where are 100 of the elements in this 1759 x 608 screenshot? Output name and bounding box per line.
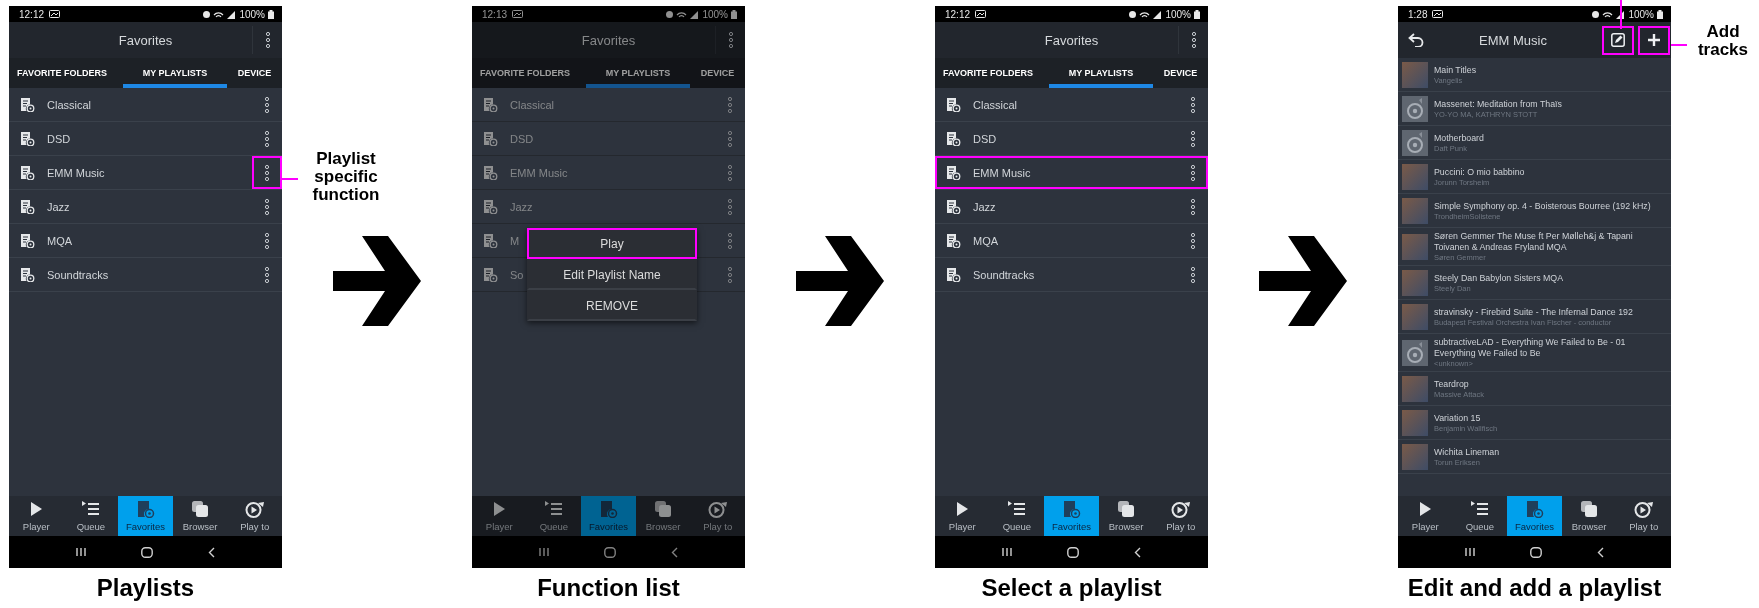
playlist-name: So	[510, 268, 524, 281]
album-cover-placeholder	[1402, 269, 1428, 296]
play-to-icon	[1634, 500, 1654, 518]
playlist-name: Classical	[47, 98, 91, 111]
recent-apps-icon[interactable]	[1465, 547, 1476, 557]
menu-item[interactable]: Edit Playlist Name	[527, 259, 697, 290]
leader-line	[282, 178, 298, 180]
more-dots-icon	[727, 197, 733, 216]
tab[interactable]: DEVICE	[1153, 58, 1208, 88]
nav-tab[interactable]: Favorites	[1507, 496, 1562, 536]
playlist-row[interactable]: MQA	[9, 224, 282, 258]
playlist-row[interactable]: Soundtracks	[935, 258, 1208, 292]
tab[interactable]: MY PLAYLISTS	[123, 58, 227, 88]
nav-tab[interactable]: Queue	[526, 496, 582, 536]
track-title: Søren Gemmer The Muse ft Per Mølleh&j & Tapani Toivanen & Andreas Fryland MQA	[1434, 231, 1634, 253]
playlist-icon	[20, 199, 35, 214]
tab[interactable]: MY PLAYLISTS	[1049, 58, 1153, 88]
back-icon[interactable]	[1596, 546, 1604, 558]
back-arrow-icon[interactable]	[1408, 33, 1424, 47]
nav-tab[interactable]: Player	[935, 496, 990, 536]
leader-line	[1620, 0, 1622, 29]
nav-tab[interactable]: Queue	[63, 496, 119, 536]
album-cover-placeholder	[1402, 409, 1428, 436]
edit-button[interactable]	[1602, 25, 1634, 55]
battery-level: 100%	[702, 8, 728, 20]
more-dots-icon	[727, 31, 734, 49]
playlist-icon	[483, 199, 498, 214]
playlist-row[interactable]: Classical	[472, 88, 745, 122]
playlist-row[interactable]: Classical	[9, 88, 282, 122]
menu-item[interactable]: Play	[527, 228, 697, 259]
status-time: 12:12	[19, 8, 45, 20]
recent-apps-icon[interactable]	[1002, 547, 1013, 557]
track-title: subtractiveLAD - Everything We Failed to Be - 01 Everything We Failed to Be	[1434, 337, 1627, 359]
playlist-name: Jazz	[47, 200, 70, 213]
more-dots-icon	[264, 129, 270, 148]
add-button[interactable]	[1638, 25, 1670, 55]
callout-label: Playlist specific function	[311, 150, 381, 204]
more-dots-icon	[1190, 163, 1196, 182]
nav-tab[interactable]: Player	[472, 496, 527, 536]
tab[interactable]: DEVICE	[690, 58, 745, 88]
nav-tab[interactable]: Favorites	[1044, 496, 1099, 536]
playlist-row[interactable]: DSD	[472, 122, 745, 156]
nav-tab[interactable]: Browser	[635, 496, 691, 536]
playlist-row[interactable]: DSD	[9, 122, 282, 156]
track-title: Simple Symphony op. 4 - Boisterous Bourree (192 kHz)	[1434, 200, 1651, 212]
tab[interactable]: FAVORITE FOLDERS	[472, 58, 578, 88]
playlist-row[interactable]: Classical	[935, 88, 1208, 122]
playlist-row[interactable]: MQA	[935, 224, 1208, 258]
nav-tab[interactable]: Browser	[1098, 496, 1154, 536]
home-icon[interactable]	[141, 546, 153, 558]
playlist-name: Jazz	[973, 200, 996, 213]
playlist-icon	[946, 165, 961, 180]
tab[interactable]: FAVORITE FOLDERS	[935, 58, 1041, 88]
browser-icon	[1579, 500, 1599, 518]
nav-tab[interactable]: Play to	[1153, 496, 1208, 536]
nav-tab[interactable]: Queue	[1452, 496, 1508, 536]
nav-tab[interactable]: Player	[1398, 496, 1453, 536]
playlist-row[interactable]: Jazz	[472, 190, 745, 224]
playlist-row[interactable]: Jazz	[9, 190, 282, 224]
step-caption: Function list	[536, 574, 681, 602]
playlist-name: DSD	[47, 132, 71, 145]
nav-tab[interactable]: Player	[9, 496, 64, 536]
nav-tab[interactable]: Play to	[227, 496, 282, 536]
more-dots-icon	[264, 95, 270, 114]
recent-apps-icon[interactable]	[539, 547, 550, 557]
menu-item[interactable]: REMOVE	[527, 290, 697, 321]
nav-tab[interactable]: Play to	[690, 496, 745, 536]
home-icon[interactable]	[1067, 546, 1079, 558]
back-icon[interactable]	[1133, 546, 1141, 558]
nav-tab[interactable]: Play to	[1616, 496, 1671, 536]
back-icon[interactable]	[207, 546, 215, 558]
recent-apps-icon[interactable]	[76, 547, 87, 557]
playlist-row[interactable]: EMM Music	[9, 156, 282, 190]
playlist-name: Soundtracks	[47, 268, 109, 281]
tab[interactable]: FAVORITE FOLDERS	[9, 58, 115, 88]
album-cover-placeholder	[1402, 61, 1428, 88]
playlist-row[interactable]: EMM Music	[472, 156, 745, 190]
tab[interactable]: MY PLAYLISTS	[586, 58, 690, 88]
status-icons-drawing	[1128, 9, 1163, 19]
playlist-icon	[483, 131, 498, 146]
playlist-row[interactable]: DSD	[935, 122, 1208, 156]
nav-tab[interactable]: Browser	[1561, 496, 1617, 536]
nav-tab[interactable]: Browser	[172, 496, 228, 536]
playlist-name: EMM Music	[973, 166, 1031, 179]
album-cover-placeholder	[1402, 375, 1428, 402]
notification-icon	[512, 10, 524, 18]
playlist-row[interactable]: Soundtracks	[9, 258, 282, 292]
nav-tab[interactable]: Queue	[989, 496, 1045, 536]
playlist-name: MQA	[47, 234, 73, 247]
playlist-icon	[946, 199, 961, 214]
more-options-button[interactable]	[252, 156, 282, 189]
playlist-name: M	[510, 234, 520, 247]
track-title: Wichita Lineman	[1434, 446, 1500, 458]
nav-tab[interactable]: Favorites	[118, 496, 173, 536]
home-icon[interactable]	[1530, 546, 1542, 558]
playlist-row[interactable]: Jazz	[935, 190, 1208, 224]
tab[interactable]: DEVICE	[227, 58, 282, 88]
more-dots-icon	[727, 265, 733, 284]
track-title: Teardrop	[1434, 378, 1470, 390]
playlist-row[interactable]: EMM Music	[935, 156, 1208, 190]
